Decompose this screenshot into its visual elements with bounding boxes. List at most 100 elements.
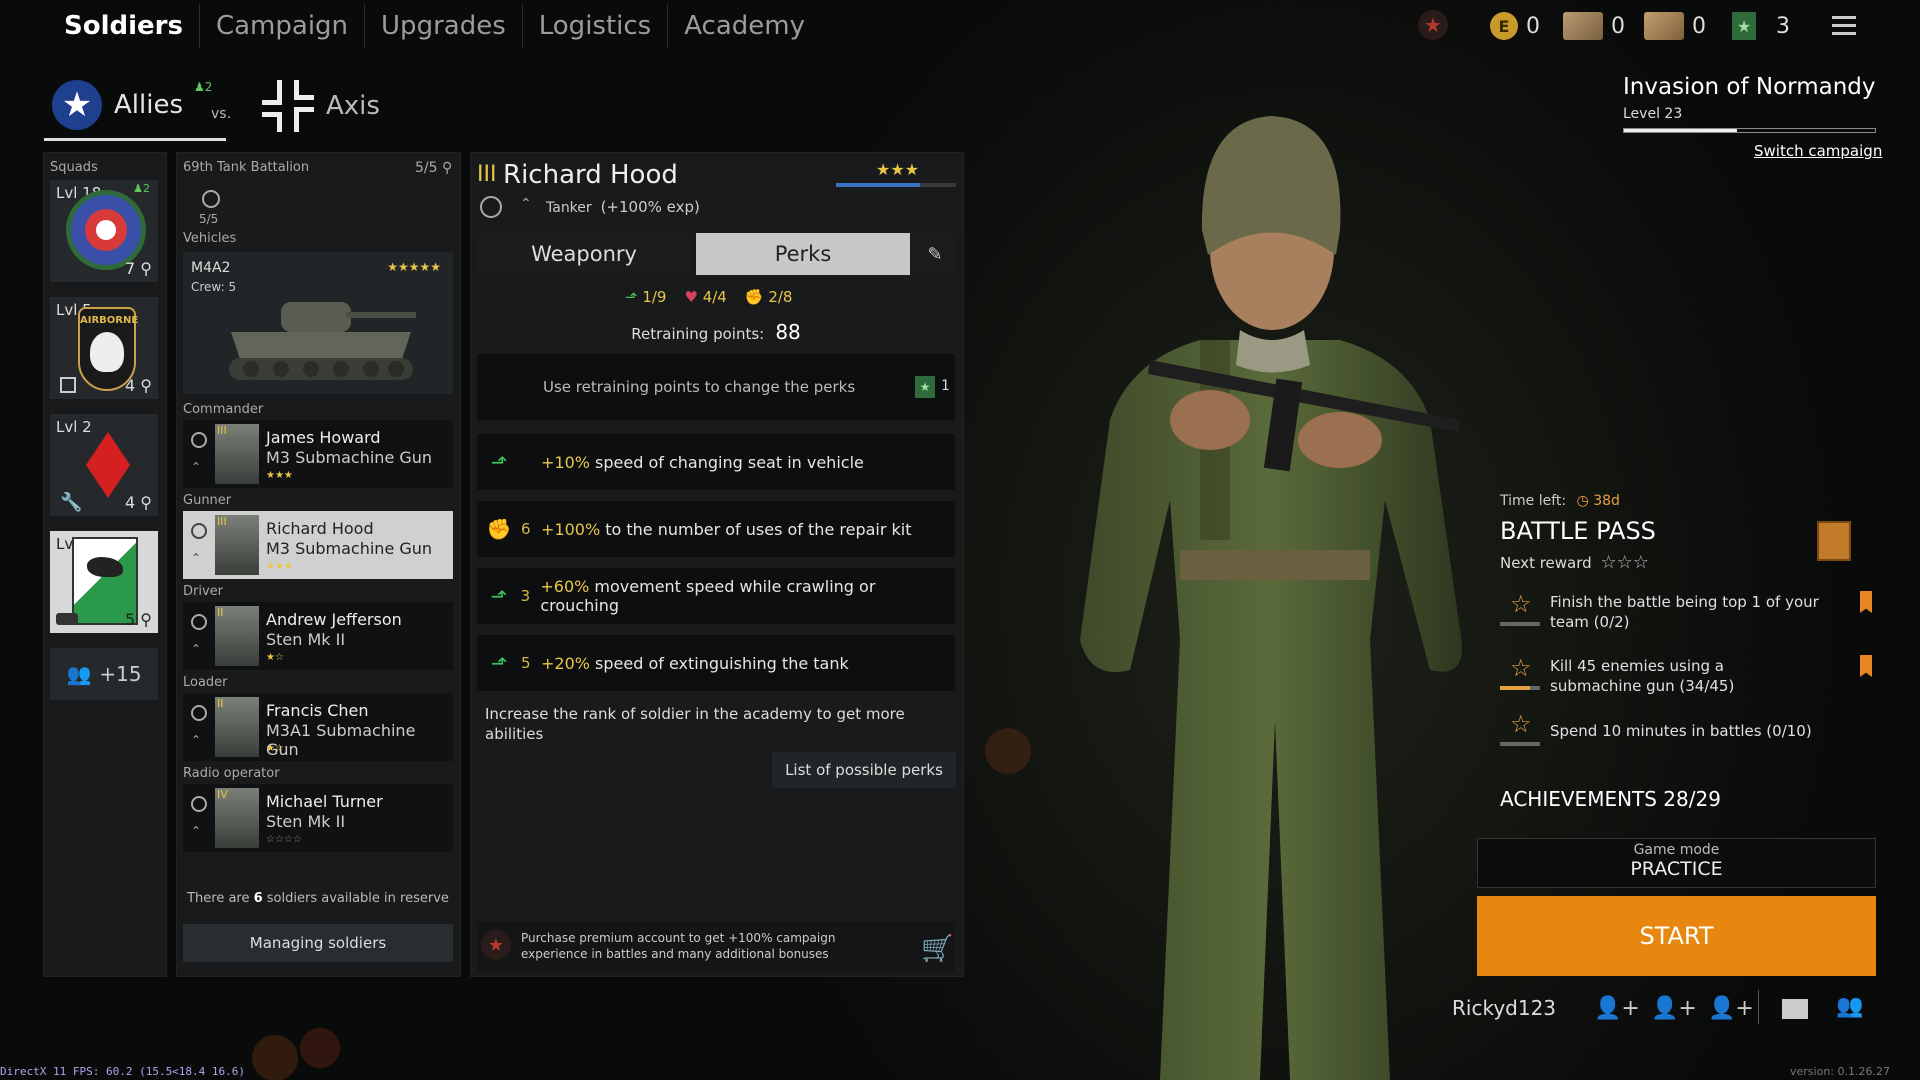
soldier-stars: ★★★ (266, 561, 293, 572)
task-progress-bar (1500, 686, 1540, 690)
allies-underline (44, 138, 226, 141)
task-star-icon: ☆ (1510, 654, 1532, 682)
top-nav: Soldiers Campaign Upgrades Logistics Aca… (48, 0, 821, 52)
shopping-cart-icon[interactable]: 🛒 (921, 934, 953, 964)
soldier-name: Michael Turner (266, 792, 383, 811)
gold-orders-amount: 0 (1692, 13, 1706, 39)
username[interactable]: Rickyd123 (1452, 996, 1556, 1020)
soldier-stars: ★☆ (266, 743, 284, 754)
role-label-radio-operator: Radio operator (183, 766, 280, 781)
soldier-portrait: IV (215, 788, 259, 848)
gold-coin-icon: E (1490, 12, 1518, 40)
bookmark-icon[interactable] (1860, 655, 1872, 677)
task-progress-bar (1500, 742, 1540, 746)
add-friend-icon[interactable]: 👤+ (1708, 996, 1754, 1021)
vehicles-label: Vehicles (183, 231, 237, 246)
battlepass-title[interactable]: BATTLE PASS (1500, 517, 1656, 545)
menu-list-icon[interactable] (1832, 16, 1856, 36)
squad-count: 5 ⚲ (125, 610, 152, 629)
gold-amount: 0 (1526, 13, 1540, 39)
soldier-row-gunner[interactable]: ⌃ III Richard Hood M3 Submachine Gun ★★★ (183, 511, 453, 579)
squad-card-4[interactable]: Lvl 34 5 ⚲ (50, 531, 158, 633)
faction-axis[interactable]: Axis (262, 80, 380, 132)
perk-text: +10% speed of changing seat in vehicle (541, 452, 864, 472)
chevron-up-icon: ⌃ (191, 824, 202, 838)
soldier-weapon: Sten Mk II (266, 630, 346, 649)
reserve-squads-button[interactable]: 👥 +15 (50, 648, 158, 700)
game-mode-selector[interactable]: Game mode PRACTICE (1477, 838, 1876, 888)
chevron-up-icon: ⌃ (191, 642, 202, 656)
game-mode-value: PRACTICE (1630, 858, 1723, 880)
vehicle-card[interactable]: M4A2 Crew: 5 ★★★★★ (183, 252, 453, 394)
soldier-row-commander[interactable]: ⌃ III James Howard M3 Submachine Gun ★★★ (183, 420, 453, 488)
soldier-row-driver[interactable]: ⌃ II Andrew Jefferson Sten Mk II ★☆ (183, 602, 453, 670)
mobility-perk-icon: ⬏ (490, 450, 508, 474)
gold-currency[interactable]: E 0 (1490, 6, 1540, 46)
tab-campaign[interactable]: Campaign (200, 4, 366, 48)
perk-stats: ⬏ 1/9 ♥ 4/4 ✊ 2/8 (625, 288, 792, 306)
switch-campaign-link[interactable]: Switch campaign (1754, 142, 1882, 160)
perk-text: +60% movement speed while crawling or cr… (540, 577, 876, 615)
silver-orders[interactable]: 0 (1563, 6, 1625, 46)
reserve-info: There are 6 soldiers available in reserv… (187, 891, 449, 906)
tab-academy[interactable]: Academy (668, 4, 821, 48)
role-label-commander: Commander (183, 402, 264, 417)
list-possible-perks-button[interactable]: List of possible perks (772, 752, 956, 788)
tab-logistics[interactable]: Logistics (523, 4, 669, 48)
squad-level: Lvl 2 (56, 418, 92, 436)
increase-rank-hint: Increase the rank of soldier in the acad… (485, 705, 905, 743)
soldier-rank: III (477, 162, 497, 187)
star-currency[interactable]: ★ 3 (1732, 6, 1790, 46)
reserve-count: +15 (99, 662, 142, 686)
squads-label: Squads (50, 160, 98, 175)
perk-row[interactable]: ✊ 6 +100% to the number of uses of the r… (477, 501, 955, 557)
campaign-title: Invasion of Normandy (1623, 74, 1876, 100)
premium-promo: ★ Purchase premium account to get +100% … (477, 922, 955, 972)
soldier-weapon: M3A1 Submachine Gun (266, 721, 416, 759)
task-star-icon: ☆ (1510, 590, 1532, 618)
faction-allies[interactable]: ★ Allies (52, 80, 183, 130)
soldier-row-radio-operator[interactable]: ⌃ IV Michael Turner Sten Mk II ☆☆☆☆ (183, 784, 453, 852)
add-friend-icon[interactable]: 👤+ (1594, 996, 1640, 1021)
tab-perks[interactable]: Perks (696, 233, 910, 275)
squad-count: 7 ⚲ (125, 259, 152, 278)
allies-notify-badge: ♟2 (194, 80, 213, 94)
steering-wheel-icon (480, 196, 502, 218)
role-label-loader: Loader (183, 675, 228, 690)
perk-cost: 6 (521, 520, 531, 538)
perk-row[interactable]: ⬏ 3 +60% movement speed while crawling o… (477, 568, 955, 624)
soldier-portrait: II (215, 606, 259, 666)
vitality-stat: ♥ 4/4 (684, 288, 727, 306)
premium-badge-icon[interactable]: ★ (1418, 10, 1448, 40)
soldier-row-loader[interactable]: ⌃ II Francis Chen M3A1 Submachine Gun ★☆ (183, 693, 453, 761)
perk-cost: 3 (520, 587, 531, 605)
squad-card-2[interactable]: Lvl 5 AIRBORNE 4 ⚲ (50, 297, 158, 399)
allies-label: Allies (114, 90, 183, 120)
edit-pencil-icon[interactable]: ✎ (914, 233, 956, 275)
start-button[interactable]: START (1477, 896, 1876, 976)
friends-group-icon[interactable]: 👥 (1836, 994, 1863, 1019)
perk-row[interactable]: ⬏ 5 +20% speed of extinguishing the tank (477, 635, 955, 691)
squad-capacity: 5/5 ⚲ (415, 160, 453, 176)
tab-upgrades[interactable]: Upgrades (365, 4, 523, 48)
soldier-detail-name: Richard Hood (503, 160, 678, 190)
mobility-perk-icon: ⬏ (490, 651, 508, 675)
squad-list-icon (60, 377, 76, 393)
vehicle-slots: 5/5 (199, 212, 219, 226)
squad-card-1[interactable]: Lvl 18 ♟2 7 ⚲ (50, 180, 158, 282)
gold-orders[interactable]: 0 (1644, 6, 1706, 46)
steering-wheel-icon (191, 705, 207, 721)
add-friend-icon[interactable]: 👤+ (1651, 996, 1697, 1021)
managing-soldiers-button[interactable]: Managing soldiers (183, 924, 453, 962)
chevron-up-icon: ⌃ (520, 196, 532, 212)
tab-soldiers[interactable]: Soldiers (48, 4, 200, 48)
mobility-icon: ⬏ (625, 288, 638, 306)
mail-icon[interactable] (1782, 999, 1808, 1019)
battlepass-reward-icon[interactable] (1817, 521, 1851, 561)
bookmark-icon[interactable] (1860, 591, 1872, 613)
tab-weaponry[interactable]: Weaponry (477, 233, 691, 275)
achievements-link[interactable]: ACHIEVEMENTS 28/29 (1500, 787, 1721, 811)
soldier-weapon: Sten Mk II (266, 812, 346, 831)
perk-row[interactable]: ⬏ +10% speed of changing seat in vehicle (477, 434, 955, 490)
squad-card-3[interactable]: Lvl 2 🔧 4 ⚲ (50, 414, 158, 516)
